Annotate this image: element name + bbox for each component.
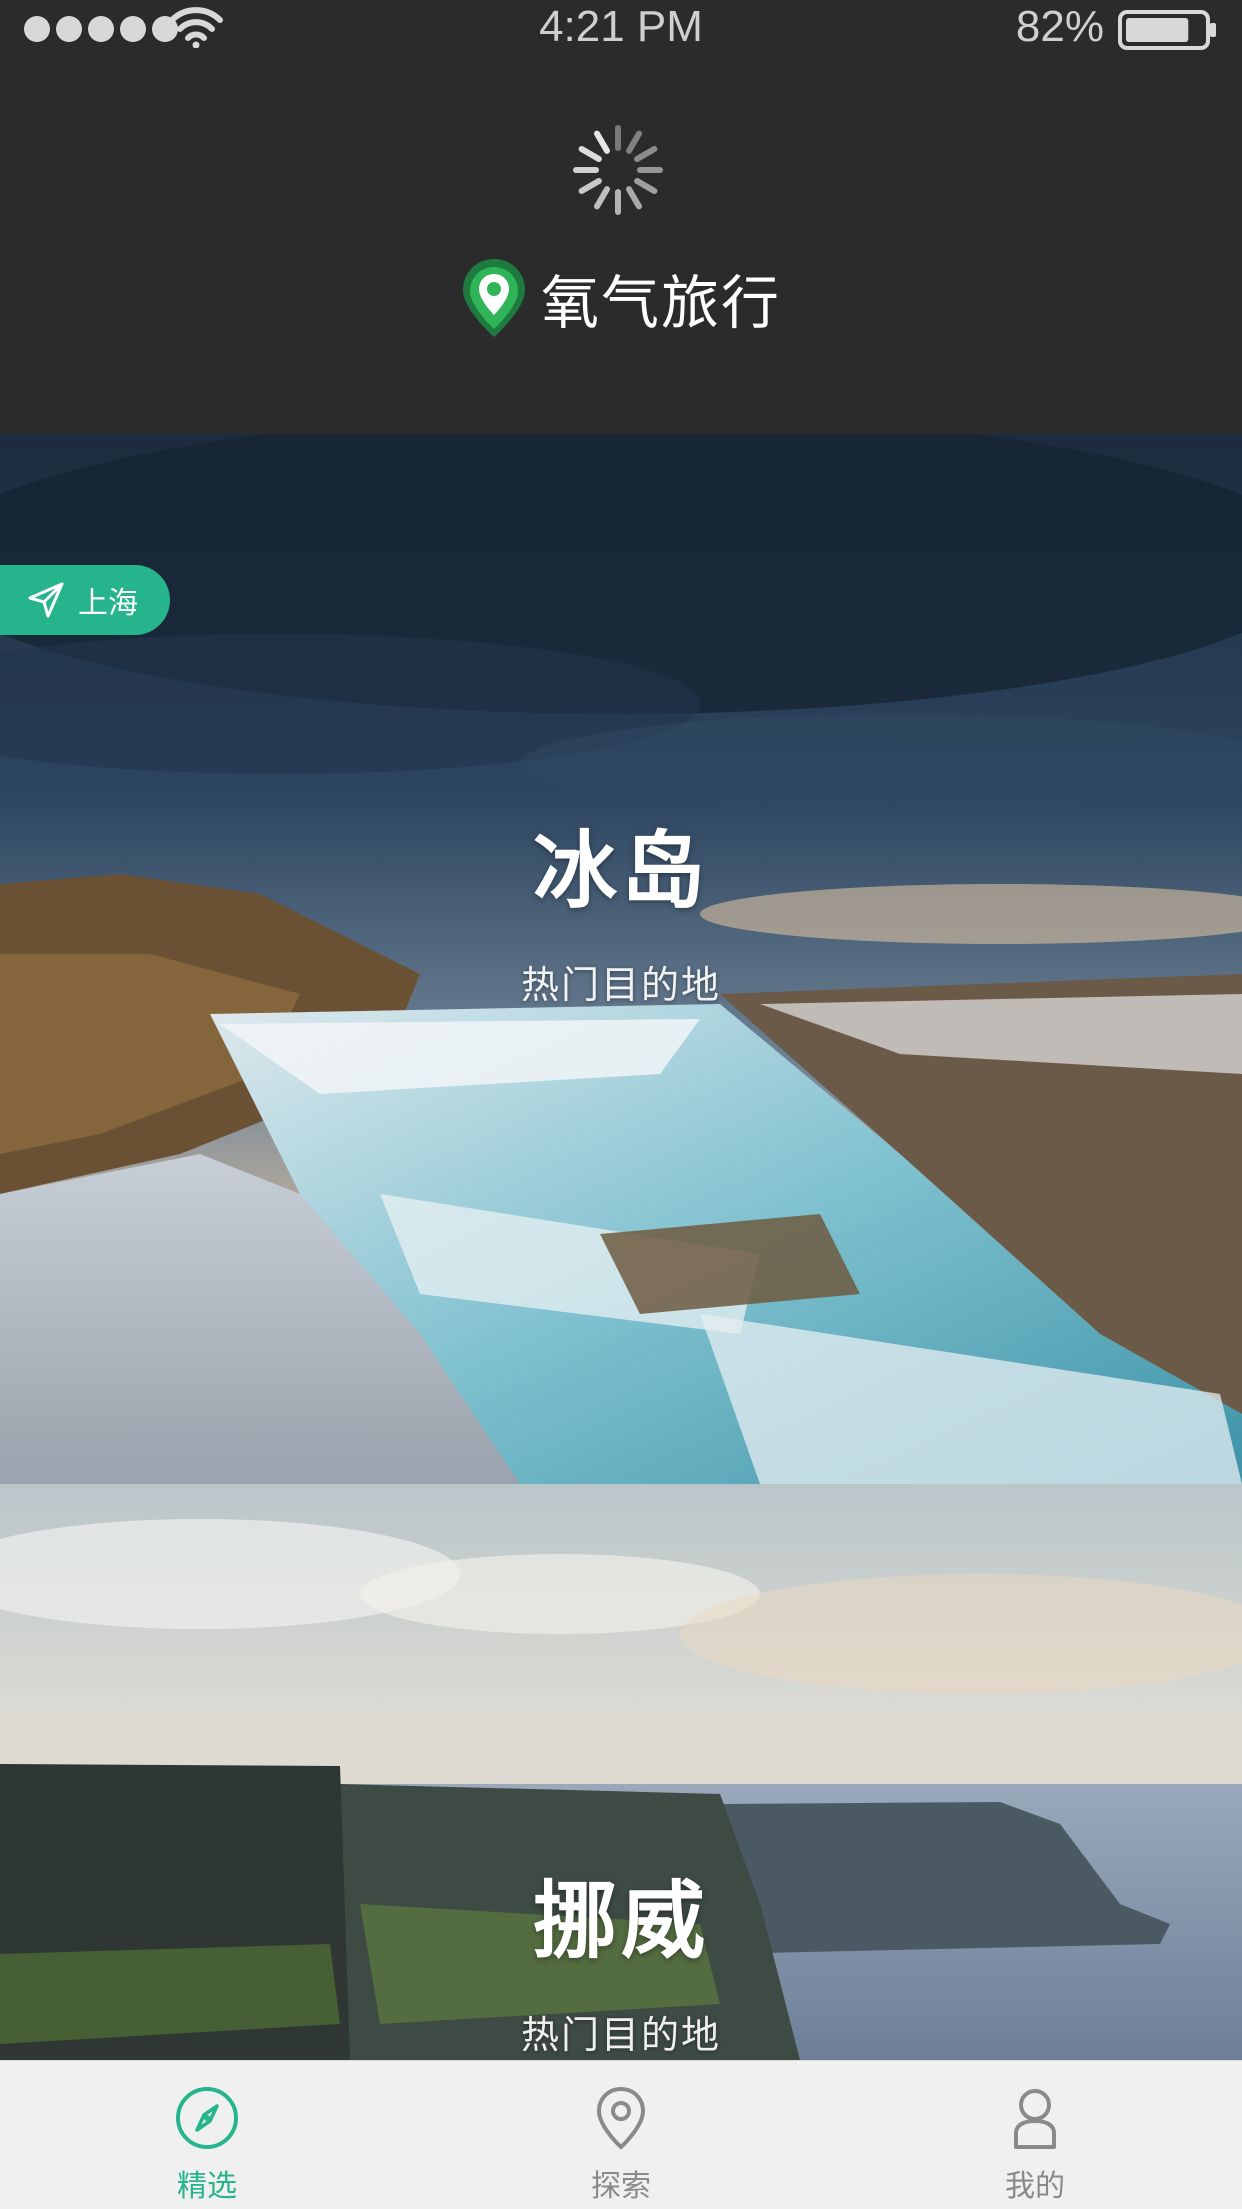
brand: 氧气旅行 [0, 256, 1242, 340]
battery-icon [1118, 10, 1216, 50]
map-pin-icon [596, 2086, 646, 2150]
tab-explore[interactable]: 探索 [414, 2061, 828, 2209]
destination-card-iceland[interactable]: 冰岛 热门目的地 [0, 434, 1242, 1484]
tab-profile[interactable]: 我的 [828, 2061, 1242, 2209]
destination-subtitle: 热门目的地 [520, 2013, 721, 2057]
tab-featured[interactable]: 精选 [0, 2061, 414, 2209]
status-bar: 4:21 PM 82% [0, 0, 1242, 58]
tab-label: 精选 [177, 2169, 237, 2204]
tab-bar: 精选 探索 我的 [0, 2060, 1242, 2209]
spinner-ray [626, 186, 642, 210]
tab-label: 我的 [1005, 2169, 1065, 2204]
spinner-ray [626, 130, 642, 154]
tab-label: 探索 [591, 2169, 651, 2204]
destination-card-norway[interactable]: 挪威 热门目的地 [0, 1484, 1242, 2060]
compass-icon [176, 2087, 238, 2149]
destination-subtitle: 热门目的地 [520, 963, 721, 1007]
location-badge[interactable]: 上海 [0, 565, 170, 635]
spinner-ray [634, 146, 658, 162]
spinner-ray [594, 186, 610, 210]
location-label: 上海 [78, 586, 138, 621]
spinner-ray [578, 146, 602, 162]
destination-title: 挪威 [532, 1872, 709, 1970]
user-icon [1014, 2089, 1056, 2149]
destination-title: 冰岛 [532, 822, 709, 920]
brand-title: 氧气旅行 [540, 269, 781, 337]
loading-spinner-icon [573, 125, 663, 215]
paper-plane-icon [28, 582, 64, 618]
spinner-ray [634, 178, 658, 194]
map-pin-logo-icon [462, 259, 525, 337]
spinner-ray [578, 178, 602, 194]
battery-percent: 82% [1015, 2, 1104, 51]
app-header: 4:21 PM 82% 氧气旅行 [0, 0, 1242, 434]
spinner-ray [594, 130, 610, 154]
